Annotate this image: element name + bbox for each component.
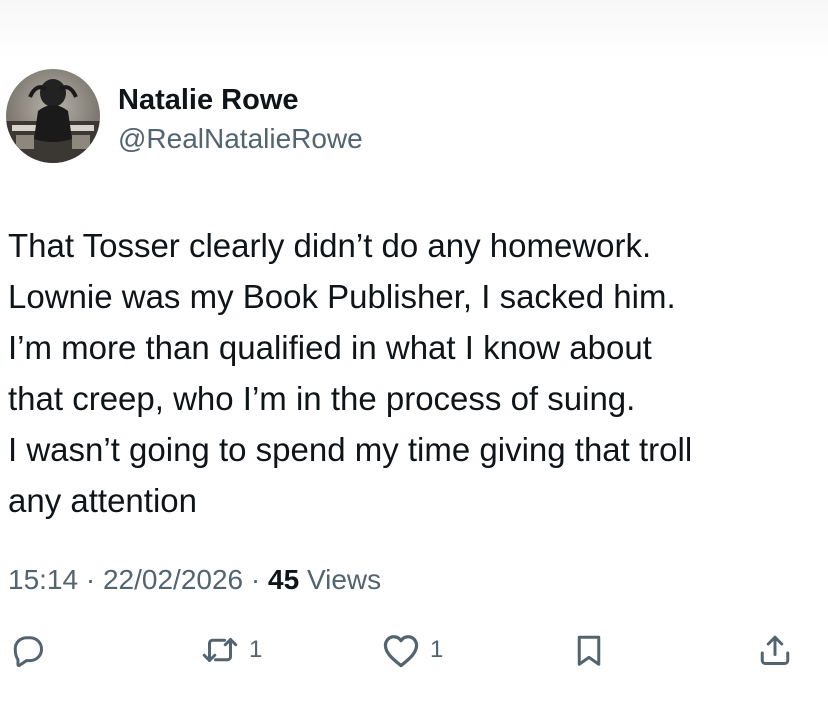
heart-icon xyxy=(383,635,419,668)
meta-separator: · xyxy=(250,564,261,595)
avatar[interactable] xyxy=(6,69,100,163)
views-count: 45 xyxy=(268,564,300,595)
author-handle[interactable]: @RealNatalieRowe xyxy=(118,122,363,156)
retweet-icon xyxy=(202,638,238,662)
reply-button[interactable] xyxy=(10,630,46,670)
reply-icon xyxy=(13,636,43,668)
share-icon xyxy=(760,635,790,665)
bookmark-button[interactable] xyxy=(572,630,606,670)
author-display-name[interactable]: Natalie Rowe xyxy=(118,82,299,118)
top-faded-header xyxy=(0,0,828,58)
tweet-time[interactable]: 15:14 xyxy=(8,564,78,595)
like-button[interactable]: 1 xyxy=(381,630,443,670)
like-count: 1 xyxy=(430,636,444,663)
tweet-text: That Tosser clearly didn’t do any homewo… xyxy=(8,227,693,519)
meta-separator: · xyxy=(85,564,96,595)
avatar-image xyxy=(6,69,100,163)
views-label: Views xyxy=(306,564,382,595)
bookmark-icon xyxy=(577,635,601,666)
retweet-button[interactable]: 1 xyxy=(200,630,262,670)
share-button[interactable] xyxy=(757,630,793,670)
retweet-count: 1 xyxy=(249,636,263,663)
tweet-date[interactable]: 22/02/2026 xyxy=(103,564,243,595)
tweet-meta: 15:14 · 22/02/2026 · 45 Views xyxy=(8,563,381,597)
